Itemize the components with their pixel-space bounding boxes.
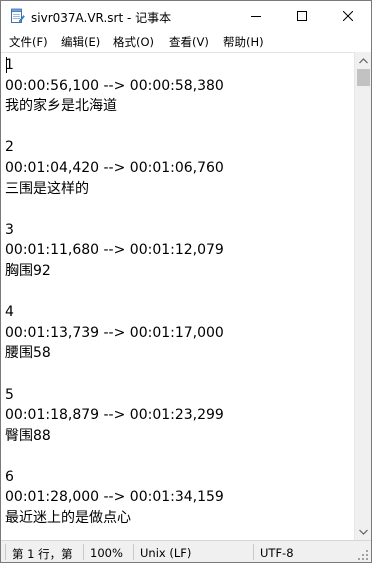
text-line: 00:01:28,000 --> 00:01:34,159 bbox=[5, 489, 224, 506]
resize-grip-icon[interactable] bbox=[358, 550, 369, 561]
text-editor-area[interactable]: 1 00:00:56,100 --> 00:00:58,380 我的家乡是北海道… bbox=[1, 52, 354, 541]
close-button[interactable] bbox=[325, 1, 371, 31]
text-line: 00:00:56,100 --> 00:00:58,380 bbox=[5, 77, 224, 94]
notepad-window: sivr037A.VR.srt - 记事本 文件(F) 编辑(E) 格式(O) … bbox=[0, 0, 372, 563]
text-line bbox=[5, 117, 224, 138]
text-line bbox=[5, 199, 224, 220]
scrollbar-thumb[interactable] bbox=[357, 69, 370, 86]
status-divider bbox=[83, 544, 84, 560]
minimize-button[interactable] bbox=[233, 1, 279, 31]
status-encoding: UTF-8 bbox=[260, 546, 294, 560]
minimize-icon bbox=[251, 16, 261, 17]
menu-edit[interactable]: 编辑(E) bbox=[61, 34, 100, 50]
menu-view[interactable]: 查看(V) bbox=[169, 34, 209, 50]
menu-bar: 文件(F) 编辑(E) 格式(O) 查看(V) 帮助(H) bbox=[1, 31, 371, 51]
close-icon bbox=[343, 11, 353, 21]
text-line: 我的家乡是北海道 bbox=[5, 98, 117, 115]
text-line: 5 bbox=[5, 386, 14, 403]
document-text: 1 00:00:56,100 --> 00:00:58,380 我的家乡是北海道… bbox=[5, 55, 224, 529]
status-divider bbox=[253, 544, 254, 560]
status-divider bbox=[5, 544, 6, 560]
window-title: sivr037A.VR.srt - 记事本 bbox=[31, 11, 172, 25]
text-line: 最近迷上的是做点心 bbox=[5, 510, 131, 527]
text-line bbox=[5, 282, 224, 303]
scroll-down-button[interactable] bbox=[355, 523, 371, 540]
text-line: 2 bbox=[5, 139, 14, 156]
maximize-icon bbox=[297, 11, 307, 21]
menu-help[interactable]: 帮助(H) bbox=[223, 34, 264, 50]
status-zoom: 100% bbox=[90, 546, 123, 560]
text-line bbox=[5, 446, 224, 467]
text-line: 4 bbox=[5, 304, 14, 321]
text-line: 00:01:04,420 --> 00:01:06,760 bbox=[5, 159, 224, 176]
scroll-down-arrow-icon bbox=[359, 529, 368, 535]
vertical-scrollbar[interactable] bbox=[354, 52, 371, 540]
text-line: 00:01:11,680 --> 00:01:12,079 bbox=[5, 242, 224, 259]
text-line bbox=[5, 364, 224, 385]
text-line: 00:01:18,879 --> 00:01:23,299 bbox=[5, 407, 224, 424]
status-line-ending: Unix (LF) bbox=[140, 546, 192, 560]
text-line: 00:01:13,739 --> 00:01:17,000 bbox=[5, 324, 224, 341]
text-line: 腰围58 bbox=[5, 345, 51, 362]
maximize-button[interactable] bbox=[279, 1, 325, 31]
menu-format[interactable]: 格式(O) bbox=[113, 34, 154, 50]
text-line: 6 bbox=[5, 468, 14, 485]
text-line: 三围是这样的 bbox=[5, 180, 89, 197]
scroll-up-button[interactable] bbox=[355, 52, 371, 69]
text-line: 臀围88 bbox=[5, 427, 51, 444]
status-bar: 第 1 行，第 100% Unix (LF) UTF-8 bbox=[1, 540, 371, 562]
text-line: 3 bbox=[5, 221, 14, 238]
text-line: 胸围92 bbox=[5, 262, 51, 279]
notepad-icon[interactable] bbox=[9, 8, 25, 24]
scroll-up-arrow-icon bbox=[359, 57, 368, 63]
status-cursor-position: 第 1 行，第 bbox=[12, 547, 73, 561]
status-divider bbox=[133, 544, 134, 560]
text-line: 1 bbox=[5, 57, 14, 73]
menu-file[interactable]: 文件(F) bbox=[9, 34, 48, 50]
title-bar[interactable]: sivr037A.VR.srt - 记事本 bbox=[1, 1, 371, 31]
